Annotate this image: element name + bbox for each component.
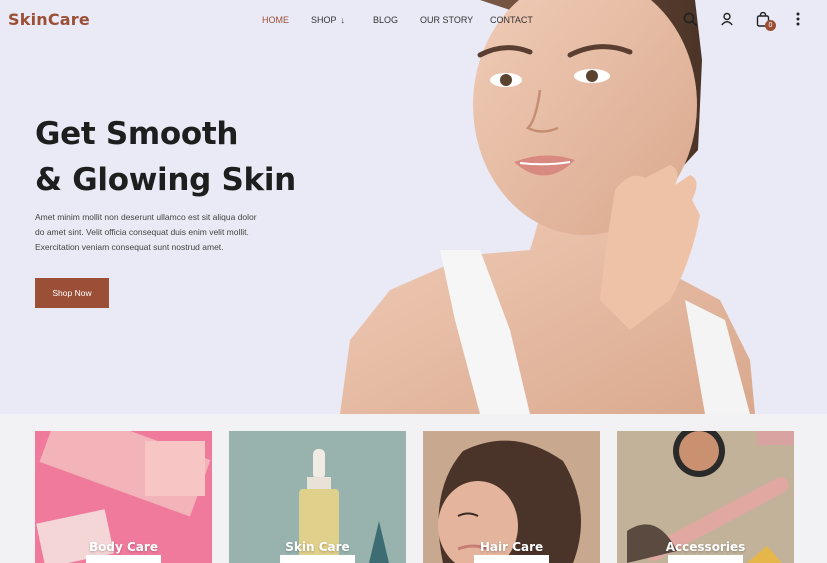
nav-shop-label: SHOP [311, 15, 337, 25]
hero-description-line-3: Exercitation veniam consequat sunt nostr… [35, 242, 224, 252]
category-card-hair-care[interactable]: Hair Care [423, 431, 600, 563]
search-icon[interactable] [683, 12, 697, 26]
nav-our-story[interactable]: OUR STORY [420, 15, 473, 25]
skin-care-button[interactable] [280, 555, 355, 563]
hero-description-line-1: Amet minim mollit non deserunt ullamco e… [35, 212, 257, 222]
shop-now-button[interactable]: Shop Now [35, 278, 109, 308]
user-icon[interactable] [720, 12, 734, 26]
more-vertical-icon[interactable] [795, 12, 801, 26]
category-label-hair-care: Hair Care [479, 540, 544, 554]
navbar: SkinCare HOME SHOP ↓ BLOG OUR STORY CONTA… [0, 0, 827, 40]
cart-count-badge: 0 [765, 20, 776, 31]
nav-blog[interactable]: BLOG [373, 15, 398, 25]
hero-section: SkinCare HOME SHOP ↓ BLOG OUR STORY CONTA… [0, 0, 827, 414]
hero-description: Amet minim mollit non deserunt ullamco e… [35, 210, 285, 255]
nav-actions: 0 [683, 12, 813, 32]
hair-care-button[interactable] [474, 555, 549, 563]
hero-title-line-2: & Glowing Skin [35, 162, 296, 198]
category-label-body-care: Body Care [89, 540, 158, 554]
body-care-button[interactable] [86, 555, 161, 563]
hero-title: Get Smooth & Glowing Skin [35, 111, 296, 203]
arrow-down-icon: ↓ [340, 15, 346, 25]
accessories-button[interactable] [668, 555, 743, 563]
category-card-accessories[interactable]: Accessories [617, 431, 794, 563]
hero-description-line-2: do amet sint. Velit officia consequat du… [35, 227, 249, 237]
nav-shop[interactable]: SHOP ↓ [311, 15, 345, 25]
category-card-skin-care[interactable]: Skin Care [229, 431, 406, 563]
nav-home[interactable]: HOME [262, 15, 289, 25]
hero-title-line-1: Get Smooth [35, 116, 239, 152]
category-label-skin-care: Skin Care [285, 540, 350, 554]
model-photo [340, 0, 755, 414]
brand-logo[interactable]: SkinCare [8, 10, 90, 29]
nav-contact[interactable]: CONTACT [490, 15, 533, 25]
category-card-body-care[interactable]: Body Care [35, 431, 212, 563]
category-section: Body Care Skin Care Hair Care Accessorie… [0, 414, 827, 563]
category-label-accessories: Accessories [665, 540, 746, 554]
